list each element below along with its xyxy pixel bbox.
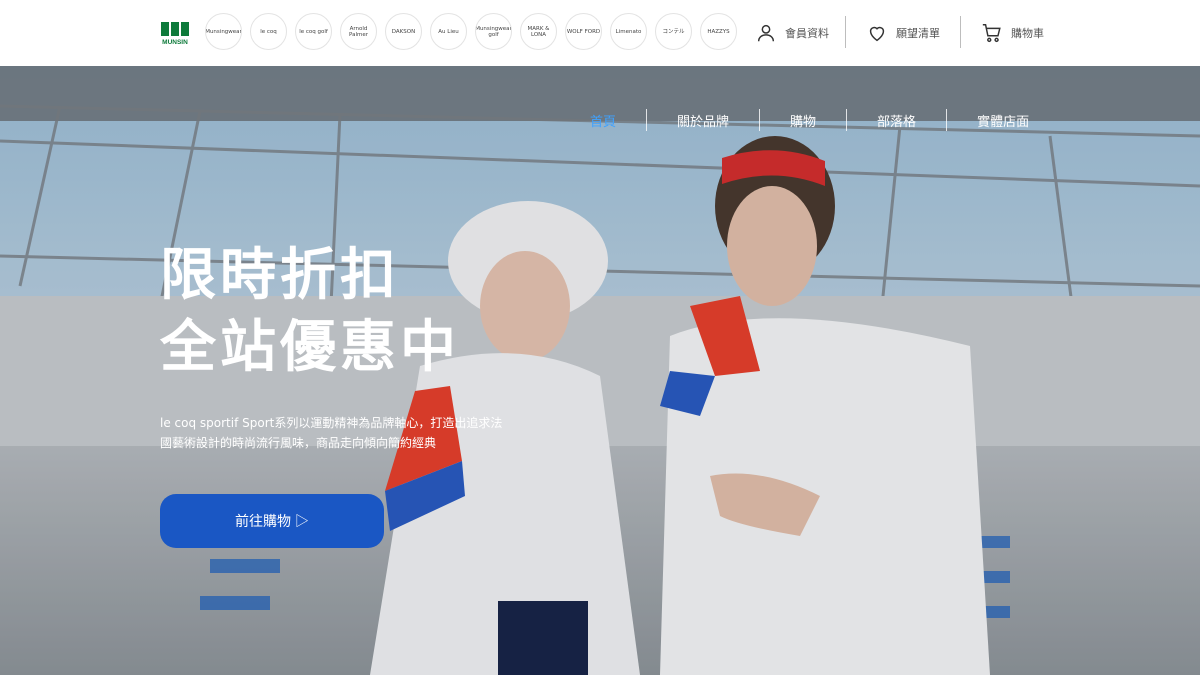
- nav-item-home[interactable]: 首頁: [560, 111, 646, 130]
- brand-logo-2[interactable]: le coq golf: [295, 13, 332, 50]
- shop-now-button[interactable]: 前往購物 ▷: [160, 494, 384, 548]
- hero-desc-line1: le coq sportif Sport系列以運動精神為品牌軸心，打造出追求法: [160, 416, 503, 430]
- heart-icon: [869, 26, 885, 42]
- hero-title-line2: 全站優惠中: [160, 315, 460, 380]
- cart-icon: [982, 24, 1001, 43]
- member-link[interactable]: 會員資料: [755, 18, 829, 48]
- hero-description: le coq sportif Sport系列以運動精神為品牌軸心，打造出追求法 …: [160, 413, 520, 453]
- main-nav: 首頁 關於品牌 購物 部落格 實體店面: [560, 109, 1059, 131]
- brand-logo-1[interactable]: le coq: [250, 13, 287, 50]
- brand-logo-8[interactable]: WOLF FORD: [565, 13, 602, 50]
- wishlist-label: 願望清單: [896, 27, 940, 40]
- user-icon: [757, 24, 775, 42]
- nav-item-shop[interactable]: 購物: [760, 111, 846, 130]
- brand-logo-5[interactable]: Au Lieu: [430, 13, 467, 50]
- brand-logo-9[interactable]: Limenato: [610, 13, 647, 50]
- brand-logo-6[interactable]: Munsingwear golf: [475, 13, 512, 50]
- brand-logos: Munsingwear le coq le coq golf Arnold Pa…: [205, 13, 737, 50]
- brand-logo-7[interactable]: MARK & LONA: [520, 13, 557, 50]
- wishlist-link[interactable]: 願望清單: [866, 18, 940, 48]
- hero-title: 限時折扣 全站優惠中: [160, 240, 460, 384]
- brand-logo-11[interactable]: HAZZYS: [700, 13, 737, 50]
- cart-label: 購物車: [1011, 27, 1044, 40]
- cart-link[interactable]: 購物車: [981, 18, 1044, 48]
- nav-item-stores[interactable]: 實體店面: [947, 111, 1059, 130]
- member-label: 會員資料: [785, 27, 829, 40]
- brand-logo-3[interactable]: Arnold Palmer: [340, 13, 377, 50]
- hero-desc-line2: 國藝術設計的時尚流行風味，商品走向傾向簡約經典: [160, 436, 437, 450]
- brand-logo-0[interactable]: Munsingwear: [205, 13, 242, 50]
- header-divider: [845, 16, 846, 48]
- brand-logo-4[interactable]: DAKSON: [385, 13, 422, 50]
- site-header: MUNSIN Munsingwear le coq le coq golf Ar…: [0, 0, 1200, 67]
- hero-title-line1: 限時折扣: [160, 243, 400, 308]
- munsin-logo[interactable]: MUNSIN: [160, 20, 190, 46]
- brand-logo-10[interactable]: コンテル: [655, 13, 692, 50]
- logo-text: MUNSIN: [162, 39, 188, 46]
- nav-item-blog[interactable]: 部落格: [847, 111, 946, 130]
- header-divider: [960, 16, 961, 48]
- nav-item-about[interactable]: 關於品牌: [647, 111, 759, 130]
